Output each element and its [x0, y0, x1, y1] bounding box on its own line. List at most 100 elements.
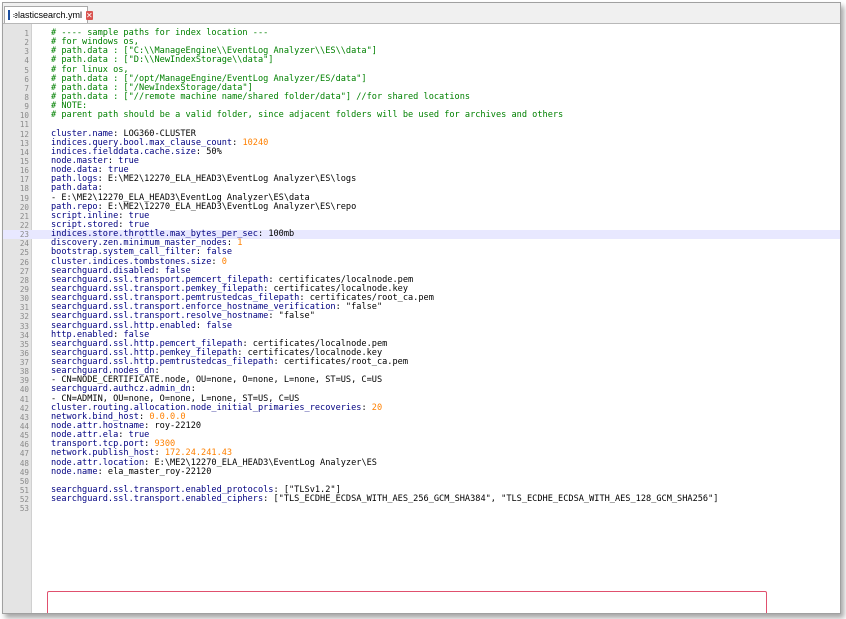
- tab-elasticsearch-yml[interactable]: elasticsearch.yml ✕: [4, 6, 93, 23]
- file-icon: [8, 10, 15, 20]
- code-editor[interactable]: 1 # ---- sample paths for index location …: [3, 24, 840, 613]
- tab-label: elasticsearch.yml: [13, 10, 83, 20]
- line-number: 51: [19, 486, 29, 496]
- code-lines: 1 # ---- sample paths for index location …: [3, 28, 840, 513]
- code-line[interactable]: 49 node.name: ela_master_roy-22120: [3, 466, 840, 477]
- close-icon[interactable]: ✕: [86, 10, 93, 20]
- line-number: 32: [19, 312, 29, 322]
- line-number: 30: [19, 294, 29, 304]
- line-code: # parent path should be a valid folder, …: [51, 111, 840, 120]
- line-code: node.master: true: [51, 156, 840, 166]
- highlight-box: [47, 591, 767, 613]
- token-plain: : E:\ME2\12270_ELA_HEAD3\EventLog Analyz…: [97, 174, 357, 185]
- line-number: 28: [19, 275, 29, 285]
- line-number: 9: [24, 102, 29, 112]
- line-number: 12: [19, 129, 29, 139]
- line-code: # path.data : ["D:\\NewIndexStorage\\dat…: [51, 56, 840, 65]
- code-line[interactable]: 17 path.logs: E:\ME2\12270_ELA_HEAD3\Even…: [3, 175, 840, 185]
- token-key: node.name: [51, 466, 98, 477]
- token-plain: : "false": [268, 311, 315, 322]
- line-number: 36: [19, 348, 29, 358]
- line-number: 52: [19, 495, 29, 505]
- token-plain: :: [211, 256, 222, 267]
- line-number: 34: [19, 330, 29, 340]
- line-number: 24: [19, 239, 29, 249]
- line-code: searchguard.ssl.transport.enabled_cipher…: [51, 495, 840, 504]
- line-number: 50: [19, 476, 29, 486]
- line-number: 26: [19, 257, 29, 267]
- code-line[interactable]: 8 # path.data : ["//remote machine name/s…: [3, 91, 840, 102]
- line-number: 48: [19, 458, 29, 468]
- code-line[interactable]: 52 searchguard.ssl.transport.enabled_ciph…: [3, 495, 840, 505]
- token-bool: false: [206, 320, 233, 331]
- token-num: 20: [371, 402, 383, 413]
- line-number: 44: [19, 422, 29, 432]
- token-num: 10240: [242, 137, 269, 148]
- line-code: node.name: ela_master_roy-22120: [51, 466, 840, 477]
- line-number: 39: [19, 376, 29, 386]
- line-code: # path.data : ["//remote machine name/sh…: [51, 91, 840, 102]
- line-number: 35: [19, 339, 29, 349]
- token-plain: : 100mb: [257, 229, 295, 240]
- line-number: 5: [24, 65, 29, 75]
- line-number: 4: [24, 56, 29, 66]
- line-code: path.logs: E:\ME2\12270_ELA_HEAD3\EventL…: [51, 175, 840, 184]
- line-number: 19: [19, 193, 29, 203]
- line-number: 11: [19, 120, 29, 130]
- token-plain: : ela_master_roy-22120: [97, 466, 212, 477]
- token-plain: : ["TLS_ECDHE_ECDSA_WITH_AES_256_GCM_SHA…: [263, 494, 719, 505]
- token-plain: : "false": [335, 302, 383, 313]
- line-number: 33: [19, 321, 29, 331]
- line-number: 18: [19, 184, 29, 194]
- token-num: 1: [237, 238, 243, 249]
- line-number: 20: [19, 202, 29, 212]
- line-code: searchguard.ssl.http.pemtrustedcas_filep…: [51, 357, 840, 368]
- line-code: searchguard.ssl.http.enabled: false: [51, 320, 840, 331]
- line-number: 38: [19, 367, 29, 377]
- code-line[interactable]: 53: [3, 504, 840, 513]
- line-number: 16: [19, 166, 29, 176]
- token-plain: : roy-22120: [144, 421, 202, 432]
- token-plain: : 50%: [195, 146, 222, 157]
- token-plain: :: [361, 402, 372, 413]
- line-number: 6: [24, 74, 29, 84]
- line-number: 49: [19, 467, 29, 477]
- line-number: 40: [19, 385, 29, 395]
- editor-window: elasticsearch.yml ✕ 1 # ---- sample paths…: [2, 2, 841, 614]
- line-number: 21: [19, 211, 29, 221]
- token-plain: :: [232, 137, 243, 148]
- token-comment: # parent path should be a valid folder, …: [51, 110, 564, 121]
- token-num: 0: [221, 256, 227, 267]
- line-number: 2: [24, 38, 29, 48]
- line-number: 29: [19, 284, 29, 294]
- line-number: 45: [19, 431, 29, 441]
- line-code: script.inline: true: [51, 211, 840, 221]
- line-number: 13: [19, 138, 29, 148]
- line-number: 7: [24, 83, 29, 93]
- token-key: searchguard.ssl.transport.enabled_cipher…: [51, 494, 264, 505]
- line-code: node.attr.hostname: roy-22120: [51, 421, 840, 432]
- line-number: 25: [19, 248, 29, 258]
- line-number: 1: [24, 29, 29, 38]
- line-code: # ---- sample paths for index location -…: [51, 28, 840, 38]
- line-number: 43: [19, 412, 29, 422]
- token-plain: : certificates/root_ca.pem: [273, 357, 409, 368]
- line-number: 46: [19, 440, 29, 450]
- token-plain: :: [195, 320, 207, 331]
- line-code: indices.fielddata.cache.size: 50%: [51, 146, 840, 157]
- line-number: 31: [19, 303, 29, 313]
- line-number: 47: [19, 449, 29, 459]
- line-number: 53: [19, 504, 29, 514]
- line-number: 3: [24, 47, 29, 57]
- line-number: 14: [19, 147, 29, 157]
- code-line[interactable]: 10 # parent path should be a valid folder…: [3, 111, 840, 121]
- line-number: 22: [19, 220, 29, 230]
- line-number: 10: [19, 111, 29, 121]
- line-number: 8: [24, 92, 29, 102]
- line-number: 37: [19, 358, 29, 368]
- line-number: 15: [19, 156, 29, 166]
- line-number: 42: [19, 403, 29, 413]
- line-code: path.repo: E:\ME2\12270_ELA_HEAD3\EventL…: [51, 202, 840, 212]
- token-comment: # path.data : ["//remote machine name/sh…: [51, 91, 471, 102]
- line-number: 27: [19, 266, 29, 276]
